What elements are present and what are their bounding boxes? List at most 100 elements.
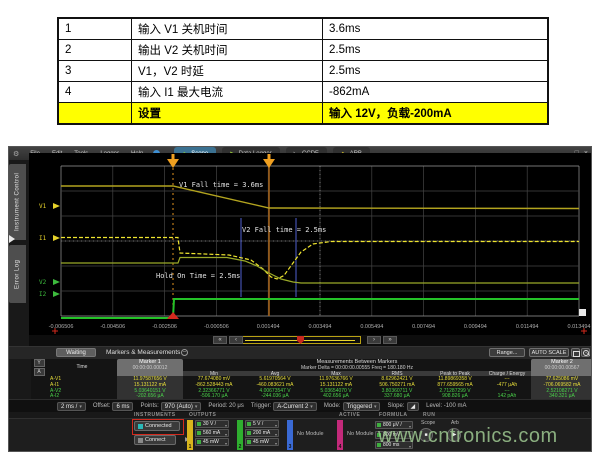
channel-1-color-bar: 1 (187, 420, 193, 450)
channel-2-color-bar: 2 (237, 420, 243, 450)
setting-dropdown[interactable]: Triggered▾ (343, 402, 381, 411)
zero-label-v1: V1 (39, 203, 47, 210)
zero-marker-i1[interactable] (53, 235, 60, 241)
scroll-button[interactable]: › (367, 336, 381, 344)
channel-2-range-field[interactable]: 45 mW▾ (245, 438, 279, 446)
horizontal-scrollbar[interactable]: «‹ ›» (29, 335, 592, 346)
field-enable-icon[interactable] (197, 440, 201, 444)
table-cell: Time (47, 359, 117, 376)
setting-dropdown[interactable]: A-Current 2▾ (273, 402, 317, 411)
table-row: 1输入 V1 关机时间3.6ms (59, 19, 547, 40)
axis-tick-label: -0.002506 (152, 324, 177, 330)
chevron-down-icon: ▾ (79, 404, 82, 410)
table-cell: 1 (59, 19, 132, 39)
annotation: V1 Fall time = 3.6ms (179, 181, 263, 189)
table-row: 3V1，V2 时延2.5ms (59, 61, 547, 82)
scroll-button[interactable]: « (213, 336, 227, 344)
axis-tick-label: 0.013494 (568, 324, 591, 330)
marker-2-handle[interactable] (263, 159, 275, 168)
acquisition-status-badge: Waiting (56, 348, 96, 357)
table-cell: 输入 12V，负载-200mA (323, 103, 547, 123)
channel-1-range-field[interactable]: 560 mA▾ (195, 429, 229, 437)
result-table: 1输入 V1 关机时间3.6ms2输出 V2 关机时间2.5ms3V1，V2 时… (57, 17, 549, 125)
zero-label-i1: I1 (39, 235, 47, 242)
range-button[interactable]: Range... (489, 348, 525, 357)
connected-button[interactable]: Connected (134, 421, 180, 431)
setting-dropdown[interactable]: 2 ms /▾ (57, 402, 86, 411)
table-cell: 输入 V1 关机时间 (132, 19, 323, 39)
channel-4-color-bar: 4 (337, 420, 343, 450)
marker2-header[interactable]: Marker 200:00:00.00567 (531, 359, 592, 376)
zoom-out-button[interactable]: - (591, 348, 592, 357)
zero-marker-v2[interactable] (53, 279, 60, 285)
channel-1-range-field[interactable]: 45 mW▾ (195, 438, 229, 446)
chevron-down-icon: ▾ (275, 431, 277, 438)
trigger-marker[interactable] (167, 312, 179, 319)
collapse-panel-icon[interactable]: – (181, 349, 188, 356)
axis-tick-label: 0.011494 (516, 324, 539, 330)
table-cell: V1，V2 时延 (132, 61, 323, 81)
connect-button[interactable]: Connect (134, 435, 176, 445)
axis-tick-label: 0.003494 (309, 324, 332, 330)
setting-label: Level: -100 mA (426, 403, 466, 409)
gear-icon[interactable]: ⚙ (13, 150, 19, 158)
table-row: 2输出 V2 关机时间2.5ms (59, 40, 547, 61)
scope-plot-area[interactable]: V1I1V2I2V1 Fall time = 3.6msV2 Fall time… (29, 153, 592, 340)
zero-marker-i2[interactable] (53, 291, 60, 297)
setting-label: Mode: (324, 403, 341, 409)
axis-tick-label: 0.005494 (360, 324, 383, 330)
timebase-trigger-settings: 2 ms /▾Offset:6 msPoints:970 (Auto)▾Peri… (9, 399, 592, 412)
compare-tool-icon[interactable]: A (34, 368, 45, 376)
setting-dropdown[interactable]: ◢ (407, 402, 420, 411)
field-enable-icon[interactable] (247, 422, 251, 426)
sidebar-tab-error-log[interactable]: Error Log (9, 245, 26, 303)
marker-2-stem[interactable] (268, 154, 271, 159)
field-enable-icon[interactable] (247, 440, 251, 444)
chevron-down-icon: ▾ (225, 422, 227, 429)
scroll-button[interactable]: » (383, 336, 397, 344)
table-cell: 2 (59, 40, 132, 60)
field-enable-icon[interactable] (197, 422, 201, 426)
table-row: 设置输入 12V，负载-200mA (59, 103, 547, 123)
marker1-header[interactable]: Marker 100:00:00.00012 (117, 359, 183, 376)
markers-measurements-title: Markers & Measurements (106, 349, 180, 356)
marker-1-handle[interactable] (167, 159, 179, 168)
export-image-button[interactable] (571, 348, 580, 357)
axis-tick-label: 0.009494 (464, 324, 487, 330)
chevron-down-icon: ▾ (195, 404, 198, 410)
field-enable-icon[interactable] (247, 431, 251, 435)
channel-1-range-field[interactable]: 30 V /▾ (195, 420, 229, 428)
between-markers-header: Measurements Between MarkersMarker Delta… (183, 359, 531, 376)
zero-marker-v1[interactable] (53, 203, 60, 209)
chevron-down-icon: ▾ (310, 404, 313, 410)
cursor-tool-icon[interactable]: Y (34, 359, 45, 367)
setting-dropdown[interactable]: 970 (Auto)▾ (161, 402, 202, 411)
table-cell (59, 103, 132, 123)
axis-tick-label: -0.006506 (49, 324, 74, 330)
zoom-in-button[interactable]: + (581, 348, 590, 357)
zero-label-i2: I2 (39, 291, 47, 298)
table-cell: 2.5ms (323, 40, 547, 60)
measurements-table: YA▣TimeMarker 100:00:00.00012Measurement… (31, 359, 592, 399)
setting-dropdown[interactable]: 6 ms (112, 402, 133, 411)
zero-label-v2: V2 (39, 279, 47, 286)
sidebar-tab-instrument-control[interactable]: Instrument Control (9, 164, 26, 240)
table-cell: YA▣ (31, 359, 47, 376)
scroll-button[interactable]: ‹ (229, 336, 243, 344)
channel-2-range-field[interactable]: 200 mA▾ (245, 429, 279, 437)
camera-icon (573, 351, 580, 357)
chevron-down-icon: ▾ (275, 422, 277, 429)
table-row: 4输入 I1 最大电流-862mA (59, 82, 547, 103)
channel-2-range-field[interactable]: 5 V /▾ (245, 420, 279, 428)
table-cell: 输入 I1 最大电流 (132, 82, 323, 102)
page: 1输入 V1 关机时间3.6ms2输出 V2 关机时间2.5ms3V1，V2 时… (0, 0, 600, 455)
waveform-canvas[interactable]: V1I1V2I2V1 Fall time = 3.6msV2 Fall time… (29, 153, 592, 340)
channel-4-no-module-label: No Module (347, 431, 374, 437)
marker-1-stem[interactable] (172, 154, 175, 159)
field-enable-icon[interactable] (197, 431, 201, 435)
connected-status-icon (138, 424, 143, 429)
axis-tick-label: -0.004506 (100, 324, 125, 330)
autoscale-button[interactable]: AUTO SCALE (529, 348, 569, 357)
setting-label: Period: 20 μs (208, 403, 243, 409)
setting-label: Slope: (387, 403, 404, 409)
